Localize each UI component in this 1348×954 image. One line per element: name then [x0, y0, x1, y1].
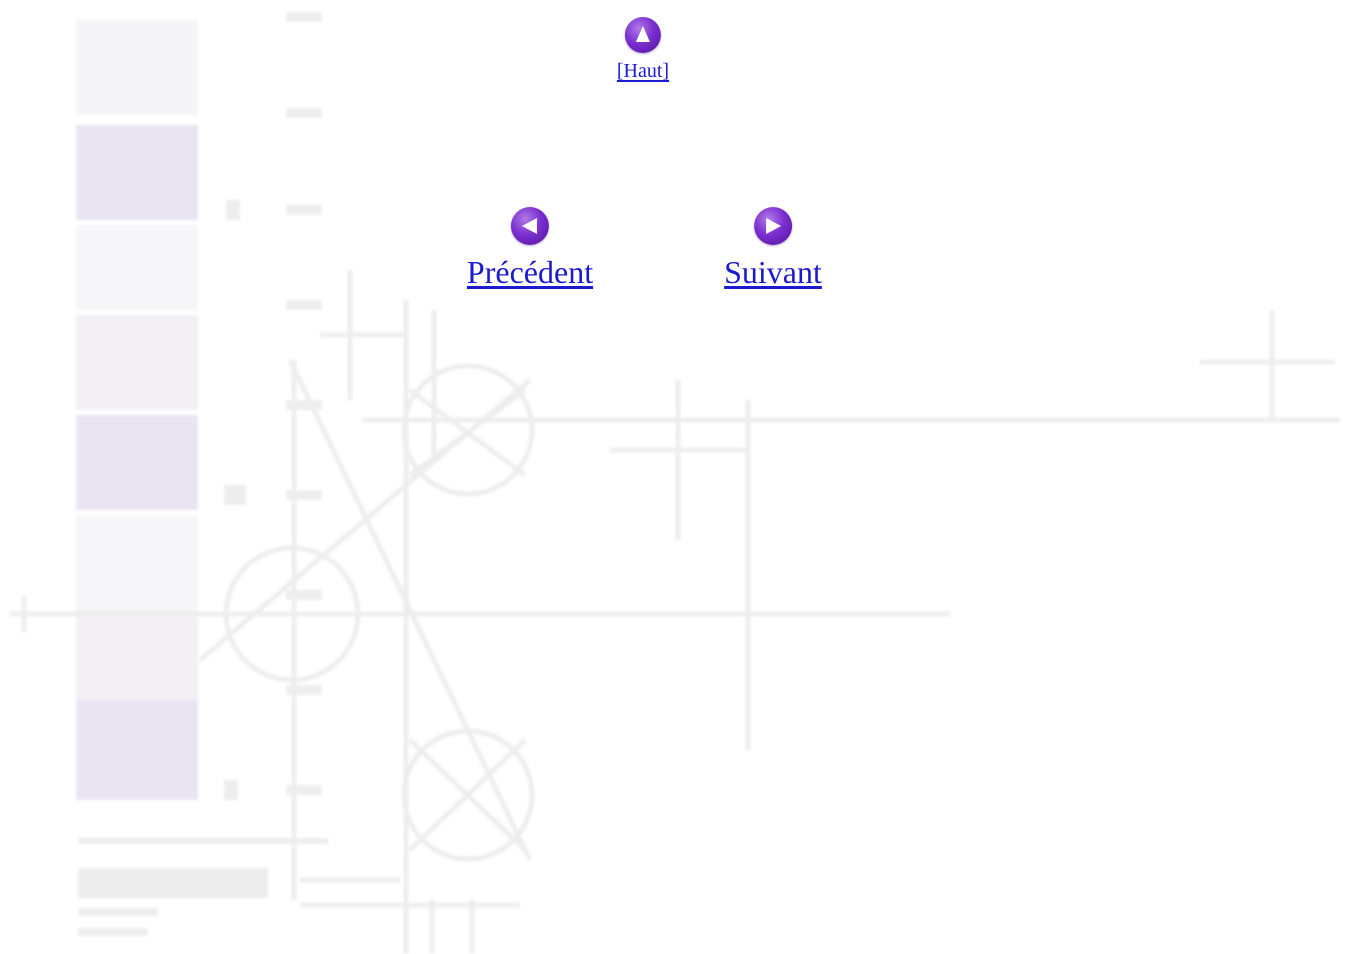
- previous-link[interactable]: Précédent: [467, 207, 593, 290]
- right-arrow-icon: [754, 207, 792, 245]
- up-arrow-icon: [624, 17, 661, 53]
- top-link-label: [Haut]: [616, 60, 670, 82]
- watermark-bar: [76, 415, 198, 510]
- watermark-bar: [76, 225, 198, 310]
- left-arrow-icon: [511, 207, 549, 245]
- watermark-bar: [76, 515, 198, 610]
- previous-link-label: Précédent: [466, 254, 594, 290]
- watermark-bar: [76, 610, 198, 700]
- watermark-bar: [76, 125, 198, 220]
- next-link[interactable]: Suivant: [724, 207, 822, 290]
- top-link[interactable]: [Haut]: [617, 17, 669, 82]
- next-link-label: Suivant: [724, 254, 822, 290]
- watermark-bar: [76, 315, 198, 410]
- background-watermark: [10, 12, 1340, 954]
- page: [Haut] Précédent Suivant: [0, 0, 1348, 954]
- watermark-bar: [76, 700, 198, 800]
- watermark-bar: [76, 20, 198, 115]
